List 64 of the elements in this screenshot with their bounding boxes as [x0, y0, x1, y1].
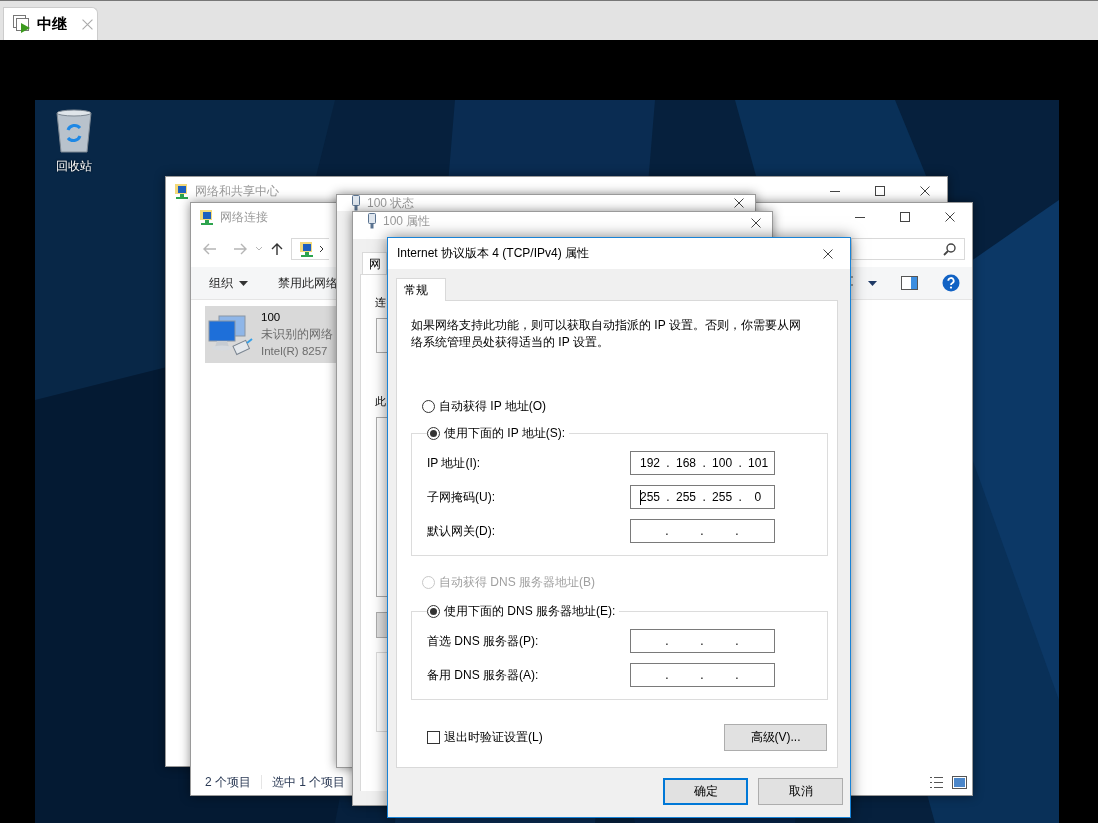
- toolbar-button[interactable]: 禁用此网络: [278, 274, 338, 292]
- recycle-bin-icon[interactable]: [54, 108, 94, 154]
- maximize-icon: [874, 186, 885, 196]
- large-icons-view-icon[interactable]: [952, 775, 967, 789]
- ip-address-field[interactable]: 255 . 255 . 255 . 0: [630, 485, 775, 509]
- network-icon: [199, 209, 215, 225]
- desktop-icon-label[interactable]: 回收站: [56, 158, 92, 175]
- radio-button[interactable]: 自动获得 IP 地址(O): [422, 398, 828, 414]
- window-title: 网络和共享中心: [195, 182, 279, 200]
- network-status: 未识别的网络: [261, 327, 333, 342]
- network-cable-icon: [351, 195, 361, 211]
- caret-icon[interactable]: [868, 280, 877, 286]
- ip-address-field[interactable]: . . .: [630, 519, 775, 543]
- network-icon: [299, 241, 315, 257]
- close-icon: [734, 198, 744, 208]
- field-label: 子网掩码(U):: [427, 488, 495, 506]
- checkbox[interactable]: 退出时验证设置(L): [427, 729, 543, 746]
- section-label: 连: [375, 295, 386, 310]
- close-icon: [944, 212, 955, 222]
- caret-icon: [239, 280, 248, 286]
- up-arrow-icon[interactable]: [271, 242, 283, 256]
- toolbar-button[interactable]: 组织: [209, 274, 248, 292]
- ip-address-field[interactable]: . . .: [630, 663, 775, 687]
- advanced-button[interactable]: 高级(V)...: [724, 724, 827, 751]
- field-label: 默认网关(D):: [427, 522, 495, 540]
- window-title: 100 状态: [367, 194, 415, 212]
- close-icon: [822, 248, 833, 259]
- field-label: IP 地址(I):: [427, 454, 481, 472]
- preview-pane-icon[interactable]: [901, 276, 918, 290]
- network-icon: [174, 183, 190, 199]
- status-text: 2 个项目: [205, 773, 251, 791]
- section-label: 此: [375, 394, 386, 409]
- ip-address-field[interactable]: . . .: [630, 629, 775, 653]
- adapter-description: Intel(R) 8257: [261, 344, 329, 359]
- close-icon: [82, 18, 93, 30]
- maximize-icon: [899, 212, 910, 222]
- field-label: 备用 DNS 服务器(A):: [427, 666, 539, 684]
- window-title: 网络连接: [220, 208, 268, 226]
- dialog-button[interactable]: 确定: [663, 778, 748, 805]
- network-cable-icon: [367, 213, 377, 229]
- network-adapter-item[interactable]: 100 未识别的网络 Intel(R) 8257: [205, 306, 336, 363]
- tab[interactable]: 网: [362, 252, 387, 274]
- details-view-icon[interactable]: [929, 775, 944, 789]
- address-bar[interactable]: [291, 238, 329, 260]
- close-icon: [919, 186, 930, 196]
- help-icon[interactable]: [942, 274, 960, 292]
- close-icon: [751, 218, 761, 228]
- search-icon: [943, 242, 956, 256]
- vm-play-icon: [12, 14, 32, 34]
- radio-button[interactable]: 使用下面的 DNS 服务器地址(E):: [427, 603, 616, 619]
- network-adapter-icon: [207, 312, 253, 357]
- search-field[interactable]: [851, 238, 965, 260]
- tab[interactable]: 常规: [396, 278, 446, 301]
- radio-button[interactable]: 使用下面的 IP 地址(S):: [427, 425, 566, 441]
- window-title: 100 属性: [383, 213, 431, 230]
- vm-tab[interactable]: 中继: [3, 7, 98, 40]
- status-text: 选中 1 个项目: [272, 773, 346, 791]
- dialog-button[interactable]: 取消: [758, 778, 843, 805]
- adapter-name: 100: [261, 310, 282, 325]
- chevron-right-icon: [319, 245, 324, 253]
- dialog-title: Internet 协议版本 4 (TCP/IPv4) 属性: [397, 245, 591, 262]
- field-label: 首选 DNS 服务器(P):: [427, 632, 539, 650]
- description-text: 如果网络支持此功能，则可以获取自动指派的 IP 设置。否则，你需要从网络系统管理员处获得适当的 IP 设置。: [411, 317, 802, 351]
- ip-address-field[interactable]: 192 . 168 . 100 . 101: [630, 451, 775, 475]
